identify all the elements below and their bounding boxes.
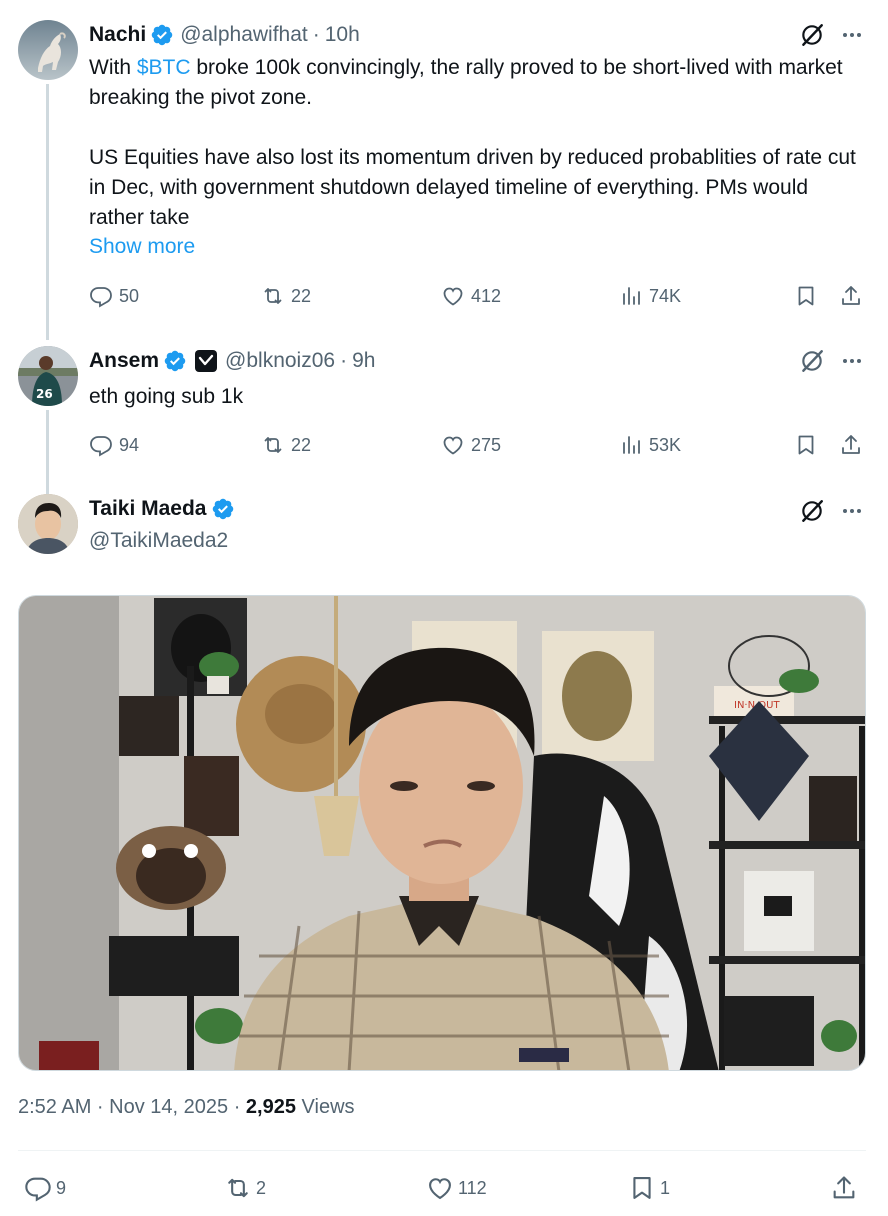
verified-badge-icon: [163, 349, 187, 373]
repost-button[interactable]: 22: [261, 281, 311, 311]
tweet-ansem[interactable]: 26 Ansem @blknoiz06 · 9h eth going sub 1…: [0, 346, 888, 494]
view-count: 74K: [649, 286, 682, 306]
tweet-header: Nachi @alphawifhat · 10h: [89, 20, 360, 50]
reply-icon: [90, 436, 112, 457]
like-button[interactable]: 412: [441, 281, 501, 311]
user-handle[interactable]: @blknoiz06: [225, 349, 335, 373]
tweet-handle-row: @TaikiMaeda2: [89, 526, 228, 556]
tweet-media-video[interactable]: IN·N·OUT: [18, 595, 866, 1071]
tweet-meta: 2:52 AM · Nov 14, 2025 · 2,925 Views: [18, 1096, 355, 1119]
share-icon: [842, 286, 860, 305]
svg-text:26: 26: [36, 387, 53, 401]
view-count: 53K: [649, 435, 682, 455]
video-thumbnail-image: IN·N·OUT: [19, 596, 865, 1070]
reply-count: 50: [119, 286, 140, 306]
tweet-text-part: With: [89, 56, 137, 79]
like-count: 275: [471, 435, 502, 455]
reply-button[interactable]: 50: [89, 281, 139, 311]
tweet-text: With $BTC broke 100k convincingly, the r…: [89, 53, 864, 113]
analytics-icon: [623, 287, 640, 305]
display-name[interactable]: Ansem: [89, 349, 159, 373]
tweet-nachi[interactable]: Nachi @alphawifhat · 10h With $BTC broke…: [0, 20, 888, 340]
repost-icon: [264, 288, 282, 304]
repost-count: 22: [291, 286, 312, 306]
heart-icon: [443, 436, 463, 455]
taiki-avatar-image: [18, 494, 78, 554]
bookmark-button[interactable]: [794, 430, 824, 460]
heart-icon: [443, 287, 463, 306]
tweet-timestamp[interactable]: 2:52 AM · Nov 14, 2025: [18, 1096, 228, 1118]
verified-badge-icon: [150, 23, 174, 47]
repost-button[interactable]: 2: [224, 1170, 266, 1206]
more-options-icon[interactable]: [837, 496, 867, 526]
horse-avatar-image: [18, 20, 78, 80]
avatar[interactable]: [18, 20, 78, 80]
like-button[interactable]: 112: [426, 1170, 487, 1206]
display-name[interactable]: Nachi: [89, 23, 146, 47]
views-label: Views: [301, 1096, 355, 1118]
bookmark-count: 1: [660, 1177, 671, 1198]
views-count: 2,925: [245, 1096, 296, 1118]
tweet-text-part: broke 100k convincingly, the rally prove…: [89, 56, 843, 109]
reply-icon: [25, 1177, 51, 1202]
bookmark-icon: [798, 286, 814, 306]
more-options-icon[interactable]: [837, 20, 867, 50]
bookmark-icon: [798, 435, 814, 455]
bookmark-button[interactable]: 1: [628, 1170, 670, 1206]
reply-button[interactable]: 9: [24, 1170, 66, 1206]
tweet-time[interactable]: 10h: [325, 23, 360, 47]
repost-count: 2: [256, 1177, 267, 1198]
tweet-header: Taiki Maeda: [89, 494, 235, 524]
repost-count: 22: [291, 435, 312, 455]
main-tweet-actions: 9 2 112 1: [18, 1170, 866, 1206]
more-options-icon[interactable]: [837, 346, 867, 376]
grok-icon[interactable]: [797, 20, 827, 50]
thread-line: [46, 84, 49, 340]
tweet-text: eth going sub 1k: [89, 385, 244, 408]
repost-icon: [264, 437, 282, 453]
separator-dot: ·: [312, 23, 320, 46]
tweet-actions: 94 22 275 53K: [89, 430, 864, 460]
heart-icon: [429, 1178, 451, 1200]
share-button[interactable]: [839, 430, 869, 460]
separator-dot: ·: [340, 349, 348, 372]
avatar[interactable]: 26: [18, 346, 78, 406]
cashtag-link[interactable]: $BTC: [137, 56, 191, 79]
repost-icon: [228, 1178, 248, 1198]
analytics-icon: [623, 436, 640, 454]
tweet-text-paragraph-2: US Equities have also lost its momentum …: [89, 146, 856, 229]
like-count: 112: [458, 1177, 487, 1198]
affiliate-badge-icon[interactable]: [195, 350, 218, 372]
bookmark-icon: [633, 1177, 651, 1199]
bookmark-button[interactable]: [794, 281, 824, 311]
divider: [18, 1150, 866, 1151]
like-button[interactable]: 275: [441, 430, 501, 460]
tweet-header: Ansem @blknoiz06 · 9h: [89, 346, 375, 376]
display-name[interactable]: Taiki Maeda: [89, 497, 207, 521]
thread-line: [46, 410, 49, 494]
views-button[interactable]: 53K: [619, 430, 681, 460]
verified-badge-icon: [211, 497, 235, 521]
like-count: 412: [471, 286, 502, 306]
avatar[interactable]: [18, 494, 78, 554]
reply-button[interactable]: 94: [89, 430, 139, 460]
tweet-actions: 50 22 412 74K: [89, 281, 864, 311]
share-icon: [842, 435, 860, 454]
reply-icon: [90, 287, 112, 308]
show-more-link[interactable]: Show more: [89, 235, 195, 259]
views-button[interactable]: 74K: [619, 281, 681, 311]
share-icon: [833, 1176, 855, 1199]
share-button[interactable]: [839, 281, 869, 311]
grok-icon[interactable]: [797, 346, 827, 376]
reply-count: 9: [56, 1177, 67, 1198]
user-handle[interactable]: @TaikiMaeda2: [89, 529, 228, 553]
ansem-avatar-image: 26: [18, 346, 78, 406]
share-button[interactable]: [830, 1170, 862, 1206]
separator-dot: ·: [233, 1096, 246, 1118]
grok-icon[interactable]: [797, 496, 827, 526]
reply-count: 94: [119, 435, 140, 455]
repost-button[interactable]: 22: [261, 430, 311, 460]
user-handle[interactable]: @alphawifhat: [180, 23, 308, 47]
tweet-time[interactable]: 9h: [352, 349, 375, 373]
